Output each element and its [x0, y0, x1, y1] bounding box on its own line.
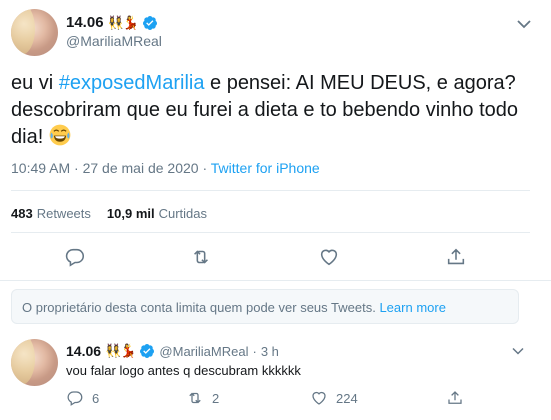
- tweet-stats: 483 Retweets 10,9 mil Curtidas: [11, 206, 207, 221]
- verified-badge-icon: [140, 344, 155, 358]
- like-count: 224: [336, 390, 358, 406]
- tweet-text: eu vi #exposedMarilia e pensei: AI MEU D…: [11, 70, 531, 151]
- retweet-count: 2: [212, 390, 220, 406]
- tweet-meta: 10:49 AM · 27 de mai de 2020 · Twitter f…: [11, 160, 320, 176]
- retweet-icon[interactable]: [190, 246, 212, 268]
- tweet-text-before: eu vi: [11, 72, 59, 94]
- reply-name-emojis: 👯‍♀️💃: [105, 343, 136, 358]
- heart-icon[interactable]: [310, 389, 328, 407]
- reply-timestamp[interactable]: 3 h: [261, 344, 279, 359]
- chevron-down-icon[interactable]: [512, 12, 536, 36]
- divider: [11, 232, 530, 233]
- author-name-row: 14.06 👯‍♀️💃: [66, 14, 158, 31]
- hashtag-link[interactable]: #exposedMarilia: [59, 72, 205, 94]
- reply-count: 6: [92, 390, 100, 406]
- reply-like-action[interactable]: 224: [310, 389, 358, 407]
- reply-text: vou falar logo antes q descubram kkkkkk: [66, 363, 301, 378]
- share-icon[interactable]: [446, 389, 464, 407]
- retweets-count: 483: [11, 206, 33, 221]
- tweet-source-link[interactable]: Twitter for iPhone: [211, 160, 320, 176]
- reply-icon[interactable]: [66, 389, 84, 407]
- author-display-name[interactable]: 14.06: [66, 14, 104, 31]
- main-tweet: 14.06 👯‍♀️💃 @MariliaMReal eu vi #exposed…: [0, 0, 551, 280]
- learn-more-link[interactable]: Learn more: [379, 300, 445, 315]
- protected-account-notice: O proprietário desta conta limita quem p…: [11, 289, 519, 324]
- reply-separator: ·: [252, 343, 257, 359]
- share-icon[interactable]: [445, 246, 467, 268]
- retweet-icon[interactable]: [186, 389, 204, 407]
- reply-actions: 6 2 224: [66, 389, 526, 409]
- likes-label: Curtidas: [158, 206, 208, 221]
- chevron-down-icon[interactable]: [508, 341, 528, 361]
- tweet-actions: [0, 246, 551, 270]
- tweet-timestamp[interactable]: 10:49 AM · 27 de mai de 2020 ·: [11, 160, 211, 176]
- reply-header: 14.06 👯‍♀️💃 @MariliaMReal · 3 h: [66, 343, 279, 359]
- laughing-emoji-icon: [49, 124, 71, 146]
- likes-stat[interactable]: 10,9 mil Curtidas: [107, 206, 207, 221]
- retweets-label: Retweets: [36, 206, 91, 221]
- retweets-stat[interactable]: 483 Retweets: [11, 206, 91, 221]
- author-name-emojis: 👯‍♀️💃: [107, 14, 139, 30]
- reply-tweet[interactable]: 14.06 👯‍♀️💃 @MariliaMReal · 3 h vou fala…: [0, 333, 551, 420]
- reply-share-action[interactable]: [446, 389, 464, 407]
- reply-reply-action[interactable]: 6: [66, 389, 99, 407]
- divider: [0, 280, 551, 281]
- reply-icon[interactable]: [64, 246, 86, 268]
- notice-text: O proprietário desta conta limita quem p…: [22, 300, 380, 315]
- reply-display-name[interactable]: 14.06: [66, 343, 101, 359]
- author-handle[interactable]: @MariliaMReal: [66, 33, 162, 49]
- heart-icon[interactable]: [318, 246, 340, 268]
- reply-handle[interactable]: @MariliaMReal: [159, 344, 248, 359]
- divider: [11, 190, 530, 191]
- likes-count: 10,9 mil: [106, 206, 155, 221]
- reply-retweet-action[interactable]: 2: [186, 389, 219, 407]
- verified-badge-icon: [142, 15, 157, 30]
- reply-avatar[interactable]: [11, 339, 58, 386]
- avatar[interactable]: [11, 9, 58, 56]
